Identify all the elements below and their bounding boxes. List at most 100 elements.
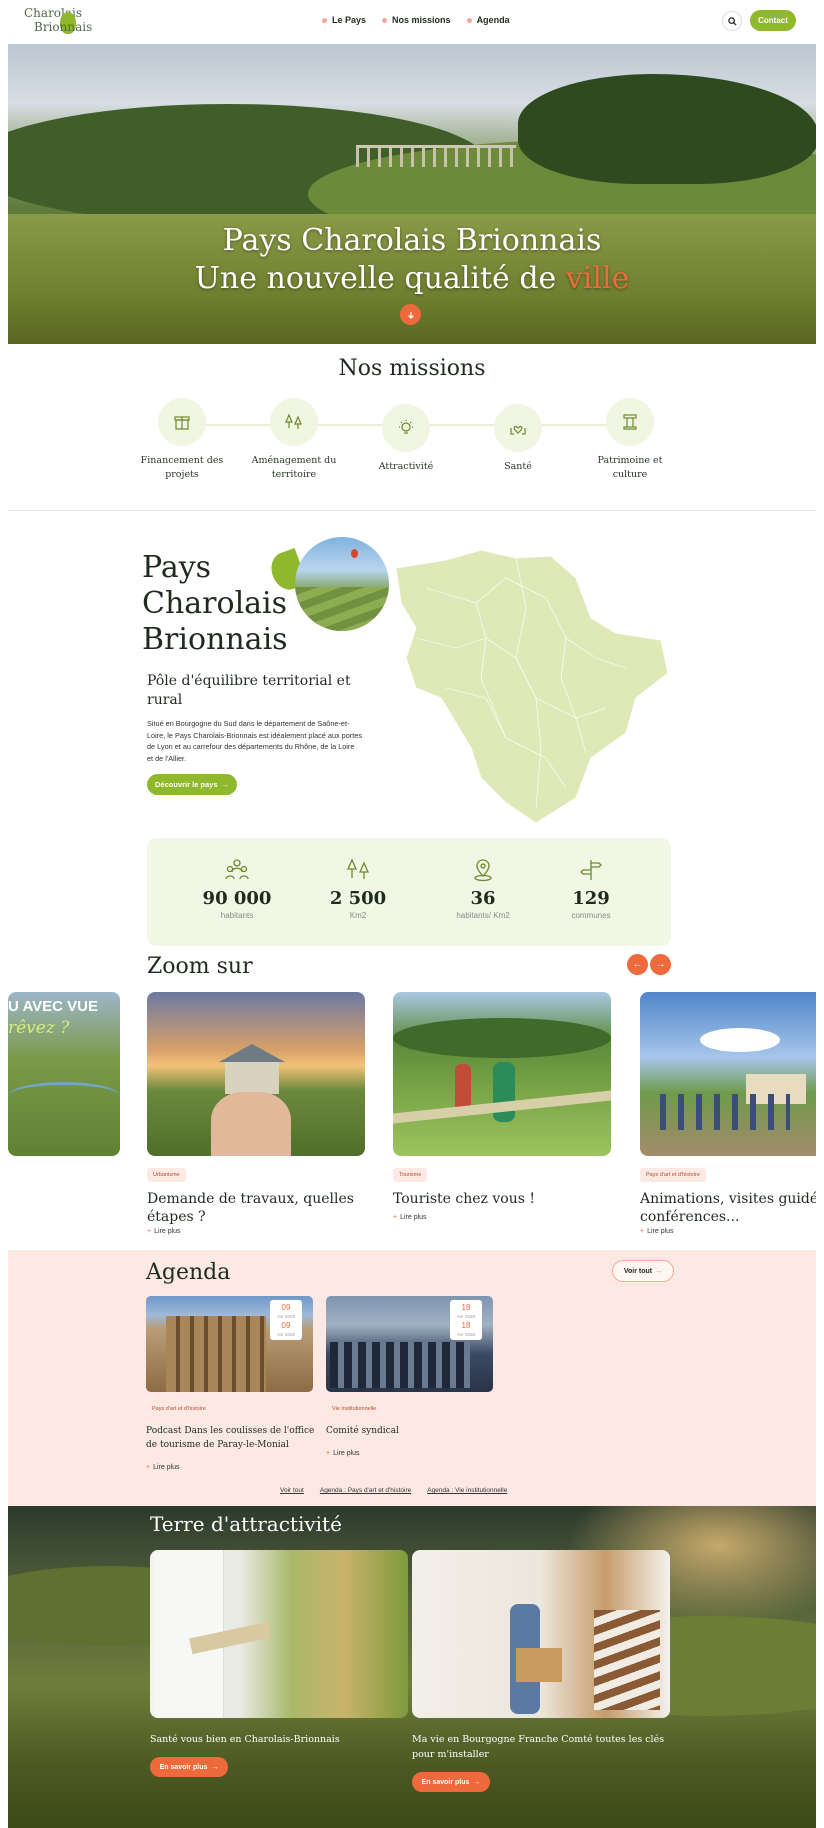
zoom-card-partial[interactable]: U AVEC VUE rêvez ? [8, 992, 120, 1156]
button-label: Découvrir le pays [154, 780, 218, 789]
button-label: En savoir plus [159, 1763, 208, 1771]
site-logo[interactable]: Charolais Brionnais [22, 6, 102, 36]
agenda-title: Agenda [146, 1260, 231, 1285]
button-label: En savoir plus [421, 1778, 470, 1786]
hero-title: Pays Charolais Brionnais Une nouvelle qu… [8, 222, 816, 298]
arrow-down-icon [407, 311, 414, 319]
missions-title: Nos missions [338, 356, 486, 381]
read-more-link[interactable]: + Lire plus [147, 1228, 181, 1235]
mission-sante[interactable]: Santé [463, 404, 573, 474]
card-title[interactable]: Demande de travaux, quelles étapes ? [147, 1190, 377, 1226]
event-title[interactable]: Podcast Dans les coulisses de l'office de… [146, 1424, 326, 1452]
bullet-icon [466, 17, 472, 23]
card-title[interactable]: Touriste chez vous ! [393, 1190, 611, 1208]
scroll-down-button[interactable] [400, 304, 421, 325]
partial-card-text-1: U AVEC VUE [8, 998, 99, 1015]
mission-label: Financement des projets [127, 454, 237, 482]
card-text-l1: Ma vie en Bourgogne Franche Comté toutes… [412, 1734, 665, 1745]
nav-label: Le Pays [332, 15, 367, 25]
building-facade [166, 1316, 266, 1392]
agenda-link-all[interactable]: Voir tout [280, 1487, 304, 1494]
health-card-text: Santé vous bien en Charolais-Brionnais [150, 1732, 408, 1747]
see-all-button[interactable]: Voir tout → [612, 1260, 674, 1282]
stat-communes: 129 communes [541, 858, 641, 920]
attractivity-section: Terre d'attractivité Santé vous bien en … [8, 1506, 816, 1828]
arrow-right-icon: → [221, 780, 230, 789]
event-date: 09 Avr 2026 09 Avr 2026 [270, 1300, 302, 1340]
signpost-icon [580, 860, 602, 880]
stat-unit: habitants [220, 911, 254, 920]
stats-panel: 90 000 habitants 2 500 Km2 36 habitants/… [147, 838, 671, 946]
mission-attractivite[interactable]: Attractivité [351, 404, 461, 474]
zoom-card-image[interactable] [393, 992, 611, 1156]
agenda-link-art-history[interactable]: Agenda : Pays d'art et d'histoire [320, 1487, 411, 1494]
hero-viaduct [356, 145, 516, 167]
learn-more-button[interactable]: En savoir plus → [412, 1772, 490, 1792]
nav-item-nos-missions[interactable]: Nos missions [382, 15, 451, 25]
pays-title-l3: Brionnais [142, 622, 288, 657]
stat-density: 36 habitants/ Km2 [433, 858, 533, 920]
hero-banner: Pays Charolais Brionnais Une nouvelle qu… [8, 44, 816, 344]
card-title[interactable]: Animations, visites guidées, conférences.… [640, 1190, 816, 1226]
read-more-link[interactable]: + Lire plus [640, 1228, 674, 1235]
pays-title: Pays Charolais Brionnais [142, 550, 288, 658]
mission-patrimoine[interactable]: Patrimoine et culture [575, 398, 685, 482]
mission-icon-circle [158, 398, 206, 446]
map-pin-icon [474, 859, 492, 882]
partial-card-text-2: rêvez ? [8, 1018, 70, 1038]
page: Charolais Brionnais Le Pays Nos missions… [0, 0, 824, 1828]
read-more-link[interactable]: + Lire plus [326, 1450, 360, 1457]
carousel-next-button[interactable]: → [650, 954, 671, 975]
discover-country-button[interactable]: Découvrir le pays → [147, 774, 237, 795]
bullet-icon [382, 17, 388, 23]
read-more-link[interactable]: + Lire plus [393, 1214, 427, 1221]
event-title[interactable]: Comité syndical [326, 1424, 496, 1438]
crowd-shape [660, 1094, 790, 1130]
stat-unit: Km2 [349, 911, 367, 920]
learn-more-button[interactable]: En savoir plus → [150, 1757, 228, 1777]
stat-inhabitants: 90 000 habitants [187, 858, 287, 920]
agenda-link-institutional[interactable]: Agenda : Vie institutionnelle [427, 1487, 507, 1494]
attractivity-title: Terre d'attractivité [150, 1512, 342, 1536]
cyclist-shape [493, 1062, 515, 1122]
card-title-l1: Animations, visites guidées, [640, 1191, 816, 1207]
mission-label: Patrimoine et culture [575, 454, 685, 482]
contact-button[interactable]: Contact [750, 10, 796, 31]
section-divider [8, 510, 816, 511]
mission-label-l1: Financement des [140, 455, 224, 466]
search-button[interactable] [722, 11, 742, 31]
hero-title-accent: ville [565, 261, 630, 296]
nav-item-le-pays[interactable]: Le Pays [322, 15, 366, 25]
event-card-image[interactable]: 09 Avr 2026 09 Avr 2026 [146, 1296, 313, 1392]
bullet-icon [322, 17, 327, 23]
mission-label-l1: Santé [504, 461, 532, 472]
trees-icon [285, 413, 302, 429]
date-month: Avr 2026 [277, 1314, 295, 1319]
carousel-prev-button[interactable]: ← [627, 954, 648, 975]
card-text-l1: Santé vous bien en Charolais-Brionnais [150, 1734, 340, 1745]
zoom-card-image[interactable] [147, 992, 365, 1156]
link-label: Lire plus [153, 1464, 180, 1471]
moving-card-image[interactable] [412, 1550, 670, 1718]
read-more-link[interactable]: + Lire plus [146, 1464, 180, 1471]
nav-label: Nos missions [392, 15, 451, 25]
event-title-l2: de tourisme de Paray-le-Monial [146, 1440, 289, 1450]
stat-area: 2 500 Km2 [308, 858, 408, 920]
arrow-left-icon: ← [632, 959, 643, 970]
mission-label: Attractivité [351, 460, 461, 474]
zoom-card-image[interactable] [640, 992, 816, 1156]
health-card-image[interactable] [150, 1550, 408, 1718]
event-tag: Pays d'art et d'histoire [146, 1402, 212, 1416]
arrow-right-icon: → [655, 1267, 663, 1275]
moving-card-text: Ma vie en Bourgogne Franche Comté toutes… [412, 1732, 682, 1762]
mission-amenagement[interactable]: Aménagement du territoire [239, 398, 349, 482]
lightbulb-icon [399, 420, 413, 434]
nav-item-agenda[interactable]: Agenda [466, 15, 510, 25]
mission-financement[interactable]: Financement des projets [127, 398, 237, 482]
date-month: Avr 2026 [277, 1332, 295, 1337]
search-icon [727, 16, 737, 26]
event-card-image[interactable]: 18 Avr 2026 18 Avr 2026 [326, 1296, 493, 1392]
agenda-links: Voir tout Agenda : Pays d'art et d'histo… [280, 1487, 507, 1494]
cloud-shape [700, 1028, 780, 1052]
link-label: Lire plus [154, 1228, 181, 1235]
